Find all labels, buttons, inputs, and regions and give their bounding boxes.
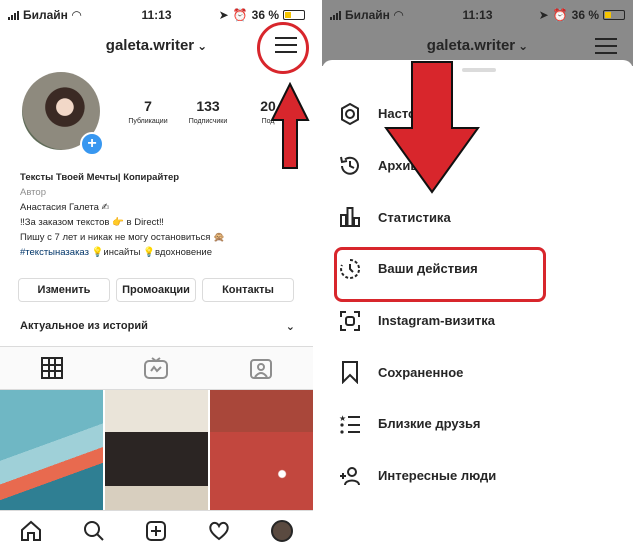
highlights-label: Актуальное из историй — [20, 320, 148, 332]
hamburger-menu-button[interactable] — [593, 33, 619, 57]
menu-item-label: Сохраненное — [378, 364, 464, 380]
stat-label: Подписчики — [188, 118, 228, 125]
menu-item-label: Близкие друзья — [378, 416, 481, 432]
chevron-down-icon: ⌄ — [518, 39, 529, 53]
status-right: ➤ ⏰ 36 % — [539, 8, 625, 22]
alarm-icon: ⏰ — [552, 8, 568, 22]
location-icon: ➤ — [218, 8, 229, 22]
battery-percent: 36 % — [571, 8, 599, 22]
profile-tabs — [0, 346, 313, 390]
dimmed-header: Билайн ◠ 11:13 ➤ ⏰ 36 % galeta.writer ⌄ — [322, 0, 633, 66]
archive-icon — [340, 156, 359, 175]
menu-item-label: Интересные люди — [378, 468, 497, 484]
annotation-circle — [257, 22, 309, 74]
settings-icon — [341, 102, 359, 125]
contacts-button[interactable]: Контакты — [202, 278, 294, 302]
discover-people-icon — [340, 466, 360, 485]
bio-line-rest: 💡инсайты 💡вдохновение — [88, 247, 212, 258]
profile-bio: Тексты Твоей Мечты| Копирайтер Автор Ана… — [20, 170, 225, 260]
status-right: ➤ ⏰ 36 % — [219, 8, 305, 22]
insights-icon — [340, 207, 360, 228]
bio-line: Анастасия Галета ✍ — [20, 202, 110, 213]
search-icon[interactable] — [83, 520, 105, 542]
posts-grid — [0, 390, 313, 510]
profile-nav-avatar[interactable] — [270, 520, 293, 542]
svg-text:★: ★ — [339, 414, 346, 423]
nametag-icon — [340, 310, 360, 331]
bio-hashtag-link[interactable]: #текстыназаказ — [20, 247, 89, 258]
profile-avatar[interactable]: + — [22, 72, 104, 156]
home-icon[interactable] — [20, 520, 42, 542]
bio-line: ‼За заказом текстов 👉 в Direct‼ — [20, 217, 164, 228]
new-post-icon[interactable] — [145, 520, 167, 542]
menu-item-saved[interactable]: Сохраненное — [322, 346, 633, 398]
stat-value: 133 — [196, 98, 220, 114]
post-thumbnail[interactable] — [210, 390, 313, 510]
edit-profile-button[interactable]: Изменить — [18, 278, 110, 302]
menu-item-nametag[interactable]: Instagram-визитка — [322, 295, 633, 347]
bio-category: Автор — [20, 187, 46, 198]
battery-icon — [603, 10, 625, 20]
status-bar: Билайн ◠ 11:13 ➤ ⏰ 36 % — [322, 0, 633, 30]
heart-icon[interactable] — [208, 520, 230, 542]
tab-tagged[interactable] — [250, 357, 273, 379]
add-story-icon[interactable]: + — [80, 132, 104, 156]
annotation-highlight-box — [334, 247, 546, 302]
stat-label: Публикации — [128, 118, 168, 125]
promotions-button[interactable]: Промоакции — [116, 278, 196, 302]
menu-item-insights[interactable]: Статистика — [322, 191, 633, 243]
stat-followers[interactable]: 133 Подписчики — [178, 98, 238, 125]
bio-name: Тексты Твоей Мечты| Копирайтер — [20, 172, 180, 183]
post-thumbnail[interactable] — [105, 390, 208, 510]
menu-item-label: Статистика — [378, 209, 451, 225]
annotation-arrow-down — [384, 61, 480, 194]
bio-line: #текстыназаказ 💡инсайты 💡вдохновение — [20, 245, 225, 260]
location-icon: ➤ — [538, 8, 549, 22]
tab-grid[interactable] — [40, 357, 63, 379]
battery-icon — [283, 10, 305, 20]
alarm-icon: ⏰ — [232, 8, 248, 22]
tagged-icon — [250, 359, 273, 379]
username: galeta.writer — [105, 37, 195, 54]
tab-igtv[interactable] — [144, 357, 169, 379]
bottom-navigation — [0, 510, 313, 550]
menu-item-close-friends[interactable]: ★ Близкие друзья — [322, 398, 633, 450]
bookmark-icon — [342, 361, 358, 385]
stat-posts[interactable]: 7 Публикации — [118, 98, 178, 125]
close-friends-icon: ★ — [339, 414, 360, 434]
status-bar: Билайн ◠ 11:13 ➤ ⏰ 36 % — [0, 0, 313, 30]
profile-actions: Изменить Промоакции Контакты — [18, 278, 294, 302]
username-switcher[interactable]: galeta.writer ⌄ — [322, 37, 633, 54]
annotation-arrow-up — [270, 82, 310, 169]
grid-icon — [40, 357, 63, 379]
menu-item-discover-people[interactable]: Интересные люди — [322, 450, 633, 502]
chevron-down-icon: ⌄ — [285, 321, 295, 333]
username: galeta.writer — [426, 37, 516, 54]
chevron-down-icon: ⌄ — [197, 39, 208, 53]
igtv-icon — [144, 357, 169, 379]
bio-line: Пишу с 7 лет и никак не могу остановитьс… — [20, 232, 225, 243]
story-highlights-toggle[interactable]: Актуальное из историй ⌄ — [20, 320, 295, 333]
stat-value: 7 — [144, 98, 152, 114]
left-screen-profile: Билайн ◠ 11:13 ➤ ⏰ 36 % galeta.writer ⌄ +… — [0, 0, 313, 550]
menu-item-label: Instagram-визитка — [378, 313, 495, 329]
battery-percent: 36 % — [251, 8, 279, 22]
post-thumbnail[interactable] — [0, 390, 103, 510]
